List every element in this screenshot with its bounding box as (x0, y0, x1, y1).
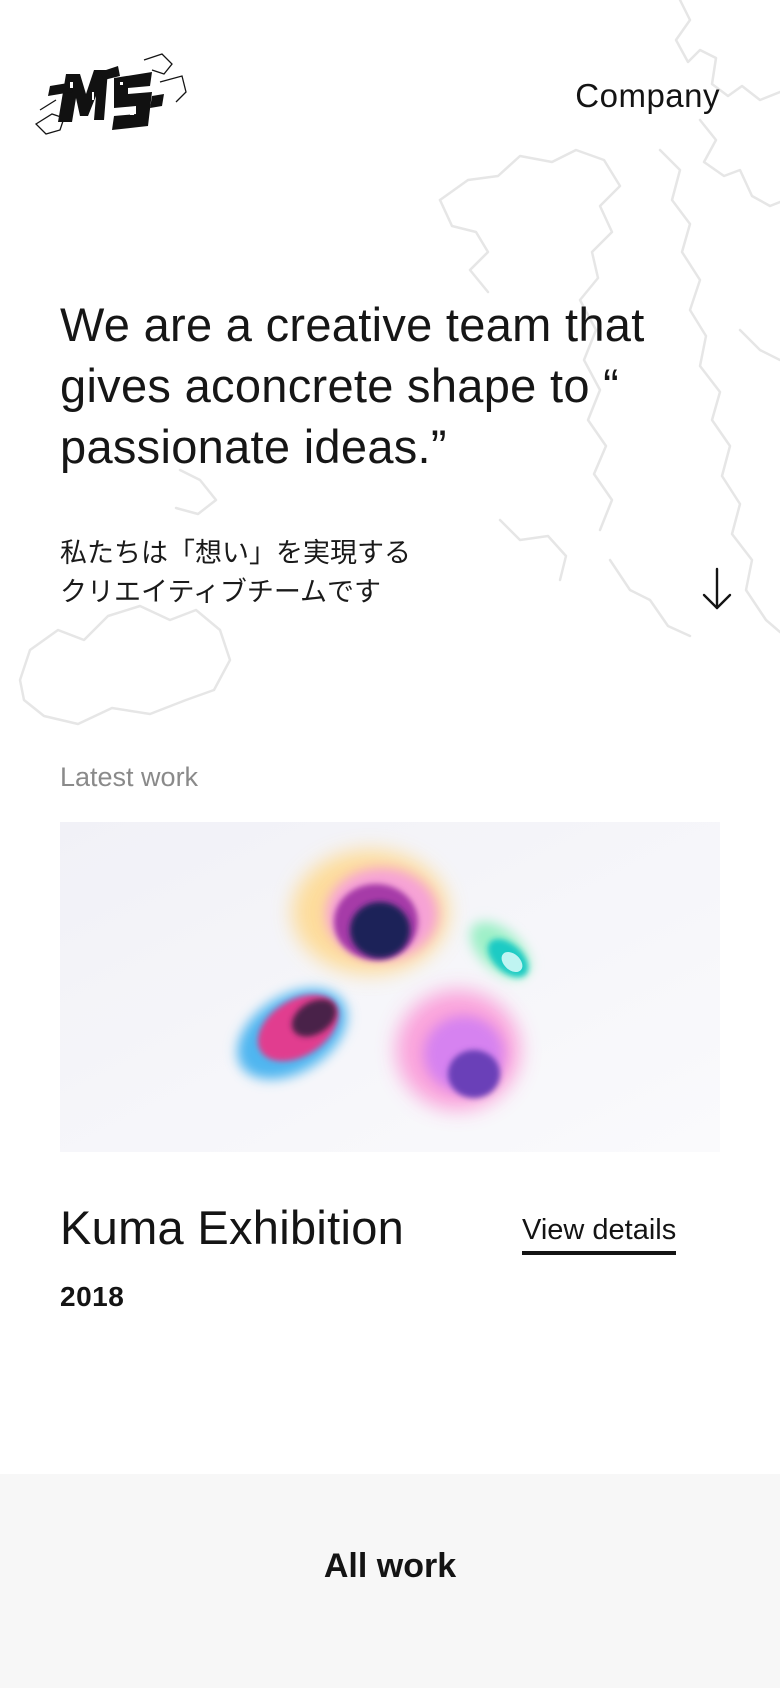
brand-logo[interactable] (34, 52, 188, 136)
hero-subhead-japanese: 私たちは「想い」を実現する クリエイティブチームです (60, 534, 580, 612)
abstract-blobs-artwork (60, 822, 720, 1152)
nav-company-link[interactable]: Company (575, 76, 720, 116)
all-work-link[interactable]: All work (0, 1542, 780, 1590)
hero-section: We are a creative team that gives aconcr… (60, 294, 740, 477)
headline-line-3: passionate ideas.” (60, 420, 447, 473)
site-header: Company (0, 0, 780, 190)
latest-work-label: Latest work (60, 762, 199, 792)
work-year: 2018 (60, 1281, 125, 1312)
kuma-exhibition-image[interactable] (60, 822, 720, 1152)
subhead-line-2: クリエイティブチームです (60, 577, 382, 608)
headline-line-1: We are a creative team that (60, 298, 645, 351)
headline-line-2: gives aconcrete shape to “ (60, 359, 620, 412)
subhead-line-1: 私たちは「想い」を実現する (60, 538, 411, 569)
view-details-link[interactable]: View details (522, 1212, 677, 1255)
work-title: Kuma Exhibition (60, 1201, 405, 1254)
arrow-down-icon[interactable] (700, 566, 734, 612)
hero-headline: We are a creative team that gives aconcr… (60, 294, 740, 477)
